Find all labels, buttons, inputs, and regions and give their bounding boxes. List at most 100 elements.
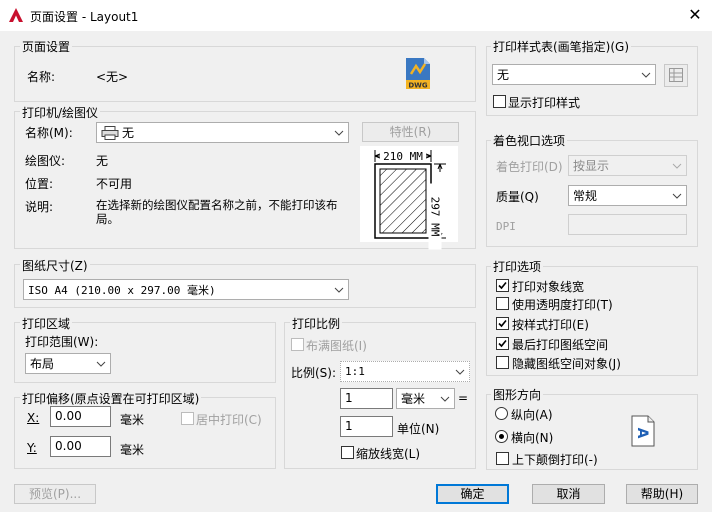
- location-value: 不可用: [96, 177, 133, 191]
- plotter-label: 绘图仪:: [25, 154, 66, 168]
- scale-lineweights-checkbox[interactable]: [341, 446, 354, 459]
- plot-style-value: 无: [497, 68, 510, 82]
- plot-lineweights-checkbox[interactable]: [496, 279, 509, 292]
- paper-width-label: 210 MM: [380, 150, 426, 163]
- scale-lineweights-label: 缩放线宽(L): [356, 447, 421, 461]
- chevron-down-icon: [672, 163, 682, 169]
- plot-with-styles-checkbox[interactable]: [496, 317, 509, 330]
- plot-lineweights-label: 打印对象线宽: [512, 280, 585, 294]
- paper-size-group-label: 图纸尺寸(Z): [20, 257, 90, 274]
- preview-button[interactable]: 预览(P)...: [14, 484, 96, 504]
- plotter-value: 无: [96, 154, 109, 168]
- table-edit-icon: [669, 68, 683, 82]
- chevron-down-icon: [96, 361, 106, 367]
- plot-range-label: 打印范围(W):: [25, 335, 99, 349]
- offset-x-unit: 毫米: [120, 413, 145, 427]
- plot-with-styles-label: 按样式打印(E): [512, 318, 589, 332]
- plot-scale-group-label: 打印比例: [290, 315, 343, 332]
- plot-style-select[interactable]: 无: [492, 64, 656, 85]
- paper-size-select[interactable]: ISO A4 (210.00 x 297.00 毫米): [23, 279, 349, 300]
- page-setup-name-value: <无>: [96, 70, 129, 84]
- offset-y-unit: 毫米: [120, 443, 145, 457]
- description-label: 说明:: [25, 200, 54, 214]
- dwg-label: DWG: [408, 82, 428, 90]
- printer-icon: [101, 125, 119, 140]
- paper-height-label: 297 MM: [428, 183, 442, 250]
- center-plot-label: 居中打印(C): [196, 413, 262, 427]
- dpi-label: DPI: [496, 220, 516, 233]
- plot-range-select[interactable]: 布局: [25, 353, 111, 374]
- landscape-orientation-icon: A: [628, 414, 658, 448]
- center-plot-checkbox[interactable]: [181, 412, 194, 425]
- plot-style-group-label: 打印样式表(画笔指定)(G): [491, 38, 632, 55]
- scale-unit-select[interactable]: 毫米: [396, 388, 455, 409]
- orientation-letter: A: [634, 428, 650, 439]
- autocad-logo-icon: [8, 7, 24, 23]
- portrait-radio[interactable]: [495, 407, 508, 420]
- quality-value: 常规: [573, 189, 598, 203]
- hide-paperspace-objects-checkbox[interactable]: [496, 356, 509, 369]
- scale-value: 1:1: [345, 365, 365, 378]
- description-value-line2: 局。: [96, 212, 119, 226]
- upside-down-label: 上下颠倒打印(-): [512, 453, 598, 467]
- shade-plot-select[interactable]: 按显示: [568, 155, 687, 176]
- plot-transparency-checkbox[interactable]: [496, 297, 509, 310]
- dwg-file-icon: DWG: [404, 56, 432, 90]
- shade-plot-label: 着色打印(D): [496, 160, 563, 174]
- close-icon[interactable]: ✕: [684, 4, 706, 26]
- plot-options-group-label: 打印选项: [491, 258, 544, 275]
- plot-transparency-label: 使用透明度打印(T): [512, 298, 613, 312]
- plot-offset-group-label: 打印偏移(原点设置在可打印区域): [20, 390, 202, 407]
- upside-down-checkbox[interactable]: [496, 452, 509, 465]
- scale-unit-value: 毫米: [401, 392, 426, 406]
- fit-to-paper-label: 布满图纸(I): [306, 339, 367, 353]
- plot-paperspace-last-label: 最后打印图纸空间: [512, 338, 609, 352]
- scale-numerator-input[interactable]: 1: [340, 388, 393, 409]
- scale-denominator-unit-label: 单位(N): [397, 422, 440, 436]
- ok-button[interactable]: 确定: [436, 484, 509, 504]
- hide-paperspace-objects-label: 隐藏图纸空间对象(J): [512, 357, 621, 371]
- plot-range-value: 布局: [30, 357, 55, 371]
- scale-denominator-input[interactable]: 1: [340, 416, 393, 437]
- printer-group-label: 打印机/绘图仪: [20, 104, 101, 121]
- printer-name-value: 无: [122, 126, 135, 140]
- chevron-down-icon: [455, 369, 465, 375]
- edit-plot-style-button[interactable]: [664, 64, 688, 87]
- chevron-down-icon: [440, 396, 450, 402]
- page-setup-name-label: 名称:: [27, 70, 56, 84]
- orientation-group-label: 图形方向: [491, 386, 544, 403]
- portrait-label: 纵向(A): [511, 408, 553, 422]
- window-title: 页面设置 - Layout1: [30, 10, 139, 24]
- scale-label: 比例(S):: [291, 366, 337, 380]
- display-plot-styles-checkbox[interactable]: [493, 95, 506, 108]
- chevron-down-icon: [641, 72, 651, 78]
- cancel-button[interactable]: 取消: [532, 484, 605, 504]
- location-label: 位置:: [25, 177, 54, 191]
- fit-to-paper-checkbox[interactable]: [291, 338, 304, 351]
- chevron-down-icon: [334, 130, 344, 136]
- quality-label: 质量(Q): [496, 190, 539, 204]
- printer-name-select[interactable]: 无: [96, 122, 349, 143]
- landscape-label: 横向(N): [511, 431, 554, 445]
- chevron-down-icon: [672, 193, 682, 199]
- scale-select[interactable]: 1:1: [340, 361, 470, 382]
- offset-y-input[interactable]: 0.00: [50, 436, 111, 457]
- display-plot-styles-label: 显示打印样式: [508, 96, 581, 110]
- help-button[interactable]: 帮助(H): [626, 484, 698, 504]
- scale-equals: =: [458, 391, 469, 405]
- printer-name-label: 名称(M):: [25, 126, 73, 140]
- landscape-radio[interactable]: [495, 430, 508, 443]
- offset-x-input[interactable]: 0.00: [50, 406, 111, 427]
- plot-paperspace-last-checkbox[interactable]: [496, 337, 509, 350]
- quality-select[interactable]: 常规: [568, 185, 687, 206]
- shaded-viewport-group-label: 着色视口选项: [491, 132, 568, 149]
- offset-x-label: X:: [27, 411, 40, 425]
- chevron-down-icon: [334, 287, 344, 293]
- offset-y-label: Y:: [27, 441, 37, 455]
- dpi-input[interactable]: [568, 214, 687, 235]
- description-value-line1: 在选择新的绘图仪配置名称之前，不能打印该布: [96, 198, 338, 212]
- plot-area-group-label: 打印区域: [20, 315, 73, 332]
- page-setup-group-label: 页面设置: [20, 38, 73, 55]
- printer-properties-button[interactable]: 特性(R): [362, 122, 459, 142]
- shade-plot-value: 按显示: [573, 159, 610, 173]
